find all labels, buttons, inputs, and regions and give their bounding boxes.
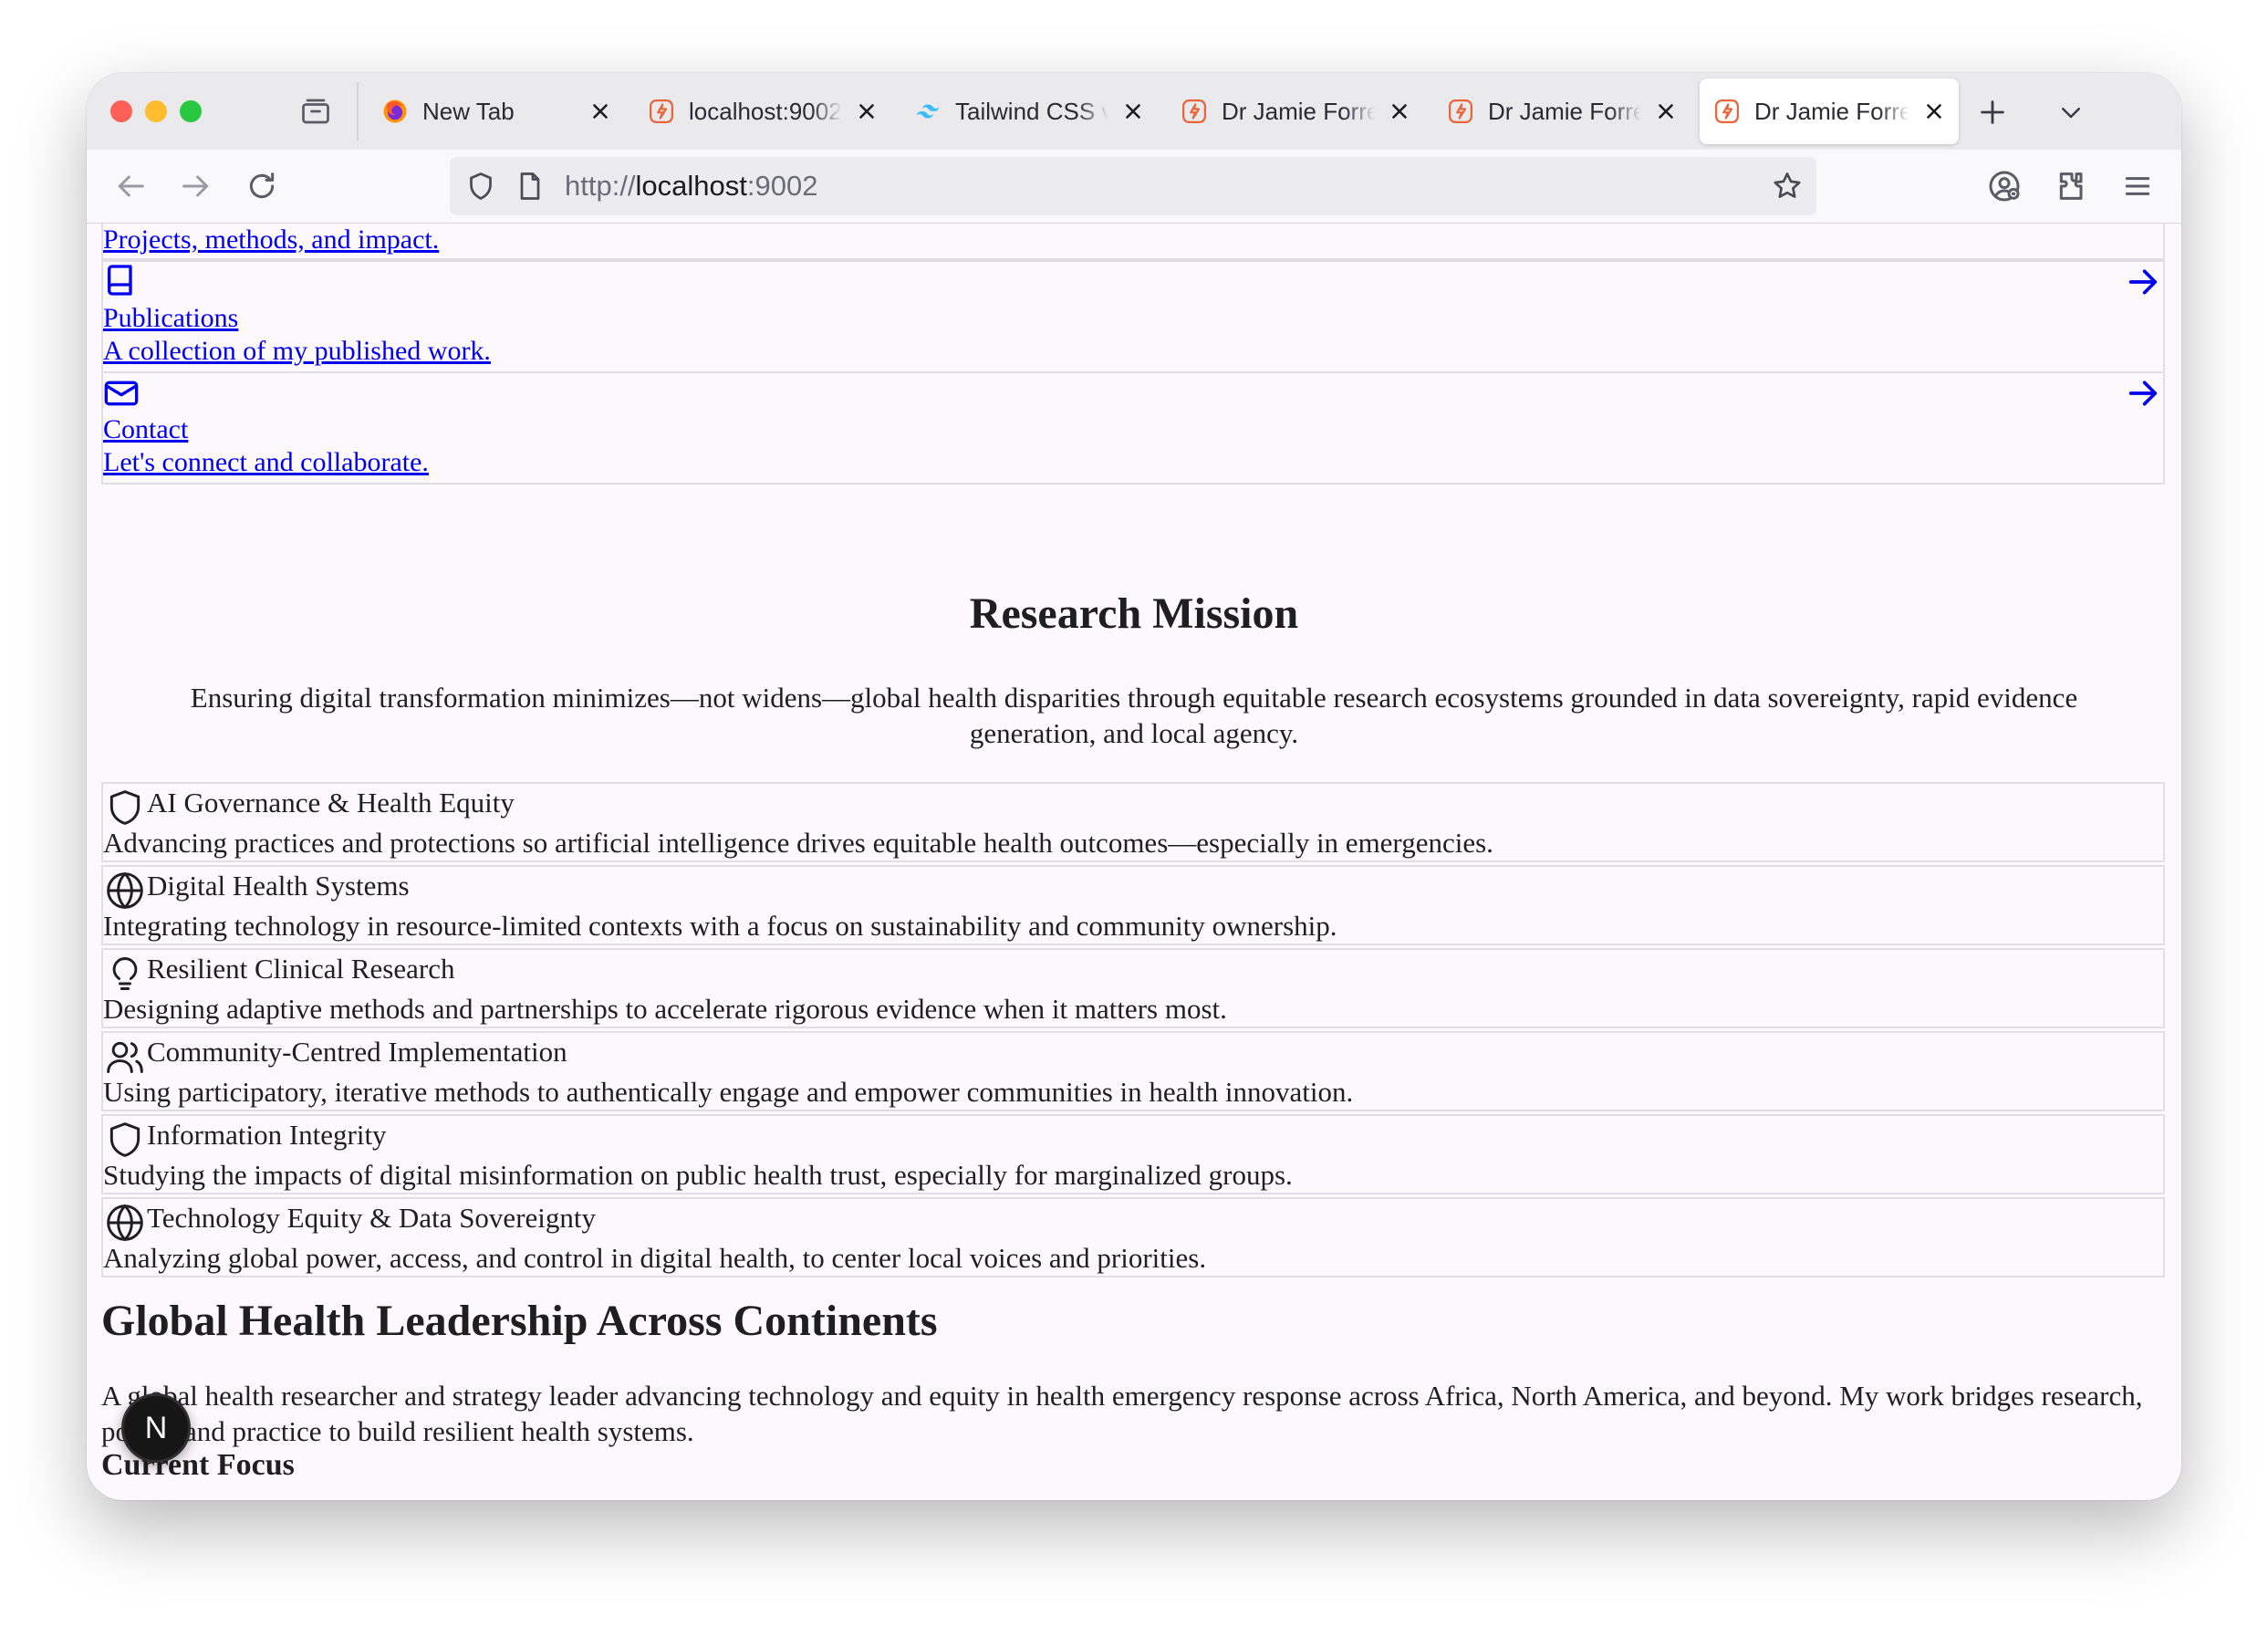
app-favicon-icon <box>1180 97 1209 126</box>
card-description[interactable]: Projects, methods, and impact. <box>103 224 439 256</box>
forward-icon[interactable] <box>178 168 214 204</box>
browser-tab[interactable]: New Tab <box>368 78 625 144</box>
focus-area-description: Designing adaptive methods and partnersh… <box>103 993 1227 1025</box>
nav-card-projects[interactable]: Projects, methods, and impact. <box>101 224 2165 260</box>
extensions-icon[interactable] <box>2054 168 2090 204</box>
tab-bar: New Tab localhost:9002 Tailwind CSS v Dr… <box>87 73 2181 150</box>
reload-icon[interactable] <box>244 168 280 204</box>
minimize-window-button[interactable] <box>145 100 167 122</box>
card-description[interactable]: A collection of my published work. <box>103 335 491 368</box>
url-port: :9002 <box>746 170 818 202</box>
focus-area-item: Resilient Clinical Research Designing ad… <box>101 948 2165 1028</box>
mission-text: Ensuring digital transformation minimize… <box>190 682 2078 749</box>
list-all-tabs-icon[interactable] <box>2055 99 2086 126</box>
shield-icon <box>109 790 140 825</box>
dev-tools-badge[interactable]: N <box>121 1393 191 1463</box>
nav-card-publications[interactable]: Publications A collection of my publishe… <box>101 260 2165 373</box>
tab-title: localhost:9002 <box>689 97 842 125</box>
navigation-toolbar: http://localhost:9002 <box>87 150 2181 224</box>
url-text[interactable]: http://localhost:9002 <box>565 170 817 203</box>
close-tab-icon[interactable] <box>855 99 879 123</box>
nav-card-contact[interactable]: Contact Let's connect and collaborate. <box>101 371 2165 485</box>
firefox-icon <box>380 97 410 126</box>
tab-title: Dr Jamie Forre <box>1754 97 1909 125</box>
tab-title: Tailwind CSS v <box>955 97 1108 125</box>
browser-tab[interactable]: localhost:9002 <box>634 78 891 144</box>
focus-area-description: Studying the impacts of digital misinfor… <box>103 1159 1293 1191</box>
url-scheme: http:// <box>565 170 636 202</box>
mail-icon <box>104 381 139 406</box>
focus-area-description: Advancing practices and protections so a… <box>103 827 1493 859</box>
tab-overview-icon[interactable] <box>298 95 333 128</box>
shield-icon[interactable] <box>464 170 497 203</box>
lightbulb-icon <box>112 957 138 990</box>
card-description[interactable]: Let's connect and collaborate. <box>103 446 429 479</box>
bookmark-star-icon[interactable] <box>1771 170 1804 203</box>
book-icon <box>108 265 132 296</box>
browser-tab[interactable]: Tailwind CSS v <box>900 78 1158 144</box>
app-favicon-icon <box>647 97 676 126</box>
address-bar[interactable]: http://localhost:9002 <box>450 157 1816 215</box>
tabbar-divider <box>357 82 359 141</box>
browser-tab[interactable]: Dr Jamie Forre <box>1167 78 1424 144</box>
focus-area-description: Using participatory, iterative methods t… <box>103 1076 1354 1108</box>
new-tab-icon[interactable] <box>1977 97 2008 128</box>
users-icon <box>107 1041 143 1073</box>
app-favicon-icon <box>1446 97 1475 126</box>
url-host: localhost <box>635 170 747 202</box>
focus-area-title: Community-Centred Implementation <box>147 1036 567 1068</box>
browser-tab-active[interactable]: Dr Jamie Forre <box>1700 78 1959 144</box>
close-tab-icon[interactable] <box>1654 99 1678 123</box>
leadership-text: A global health researcher and strategy … <box>101 1380 2143 1447</box>
arrow-right-icon[interactable] <box>2125 264 2161 300</box>
globe-icon <box>107 871 143 910</box>
close-tab-icon[interactable] <box>1922 99 1946 123</box>
tailwind-icon <box>913 97 942 126</box>
close-tab-icon[interactable] <box>1121 99 1145 123</box>
arrow-right-icon[interactable] <box>2125 375 2161 412</box>
focus-area-item: Digital Health Systems Integrating techn… <box>101 865 2165 945</box>
focus-area-title: Information Integrity <box>147 1119 387 1151</box>
focus-area-description: Analyzing global power, access, and cont… <box>103 1242 1207 1274</box>
focus-area-item: Community-Centred Implementation Using p… <box>101 1031 2165 1111</box>
mission-heading: Research Mission <box>969 589 1299 638</box>
browser-tab[interactable]: Dr Jamie Forre <box>1433 78 1691 144</box>
tab-title: New Tab <box>422 97 515 125</box>
tab-title: Dr Jamie Forre <box>1222 97 1375 125</box>
focus-area-item: Information Integrity Studying the impac… <box>101 1114 2165 1194</box>
tab-title: Dr Jamie Forre <box>1488 97 1641 125</box>
close-tab-icon[interactable] <box>588 99 612 123</box>
leadership-heading: Global Health Leadership Across Continen… <box>101 1297 938 1345</box>
account-icon[interactable] <box>1986 168 2023 204</box>
close-window-button[interactable] <box>110 100 132 122</box>
app-favicon-icon <box>1712 97 1742 126</box>
globe-icon <box>107 1204 143 1242</box>
page-info-icon[interactable] <box>514 170 546 203</box>
card-title[interactable]: Contact <box>103 413 188 446</box>
focus-area-title: Technology Equity & Data Sovereignty <box>147 1202 597 1234</box>
zoom-window-button[interactable] <box>180 100 202 122</box>
focus-area-description: Integrating technology in resource-limit… <box>103 910 1337 942</box>
focus-area-title: AI Governance & Health Equity <box>147 787 515 818</box>
card-title[interactable]: Publications <box>103 302 238 335</box>
shield-icon <box>109 1122 140 1157</box>
browser-window: New Tab localhost:9002 Tailwind CSS v Dr… <box>87 73 2181 1500</box>
focus-area-title: Digital Health Systems <box>147 870 410 902</box>
focus-area-title: Resilient Clinical Research <box>147 953 455 985</box>
menu-icon[interactable] <box>2119 168 2156 204</box>
focus-area-item: Technology Equity & Data Sovereignty Ana… <box>101 1197 2165 1277</box>
focus-area-item: AI Governance & Health Equity Advancing … <box>101 782 2165 862</box>
close-tab-icon[interactable] <box>1388 99 1411 123</box>
page-content: Projects, methods, and impact. Publicati… <box>87 224 2181 1500</box>
back-icon[interactable] <box>112 168 149 204</box>
